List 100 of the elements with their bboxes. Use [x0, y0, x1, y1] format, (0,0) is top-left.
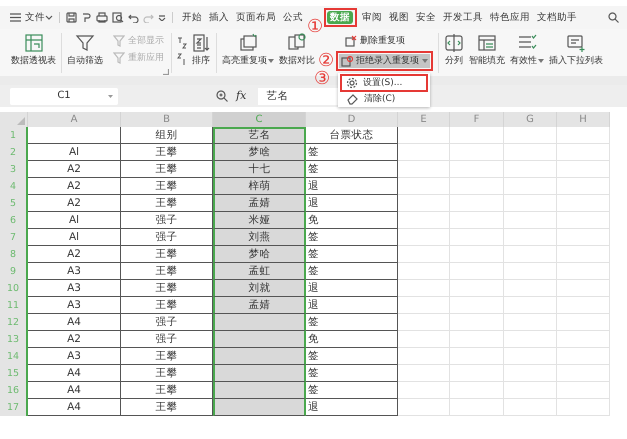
ribbon-tab[interactable]: 插入 [206, 10, 232, 24]
table-cell[interactable] [213, 365, 306, 382]
ribbon-button[interactable]: 排序 [191, 33, 211, 67]
table-cell[interactable]: A4 [28, 314, 121, 331]
table-cell[interactable]: 刘燕 [213, 229, 306, 246]
ribbon-tab[interactable]: 页面布局 [233, 10, 279, 24]
ribbon-tab[interactable]: 审阅 [359, 10, 386, 24]
table-cell[interactable]: A3 [28, 297, 121, 314]
table-cell[interactable]: 梓萌 [213, 178, 306, 195]
ribbon-button[interactable]: 智能填充 [469, 33, 506, 67]
table-cell[interactable]: 签 [306, 348, 398, 365]
ribbon-tab[interactable]: 公式 [280, 10, 306, 24]
select-all-icon[interactable] [17, 117, 25, 125]
step-number: ① [307, 18, 324, 36]
ribbon-button[interactable]: 有效性 [510, 33, 544, 67]
caret-icon [538, 58, 544, 63]
table-cell[interactable]: Al [28, 144, 121, 161]
table-cell[interactable]: A3 [28, 280, 121, 297]
table-cell[interactable]: A2 [28, 246, 121, 263]
ribbon-tab[interactable]: 特色应用 [487, 10, 534, 24]
table-cell[interactable]: 梦啥 [213, 144, 306, 161]
table-cell[interactable]: 艺名 [213, 127, 306, 144]
print-icon[interactable] [96, 12, 108, 23]
ribbon-button[interactable]: 分列 [444, 33, 464, 67]
reject-duplicates-icon [341, 55, 354, 67]
table-cell[interactable] [213, 314, 306, 331]
table-cell[interactable]: 孟虹 [213, 263, 306, 280]
ribbon-tab[interactable]: 安全 [413, 10, 440, 24]
table-cell[interactable]: 十七 [213, 161, 306, 178]
table-cell[interactable]: A2 [28, 195, 121, 212]
caret-icon[interactable] [108, 94, 113, 98]
print-preview-icon[interactable] [112, 12, 124, 23]
table-cell[interactable]: 退 [306, 195, 398, 212]
ribbon-tab[interactable]: 文档助手 [534, 10, 580, 24]
table-cell[interactable]: 签 [306, 365, 398, 382]
table-cell[interactable]: 签 [306, 314, 398, 331]
cell-reference: C1 [57, 90, 71, 102]
table-cell[interactable]: 梦哈 [213, 246, 306, 263]
table-cell[interactable] [213, 348, 306, 365]
search-icon[interactable] [608, 12, 619, 23]
table-cell[interactable] [213, 331, 306, 348]
table-cell[interactable]: 刘就 [213, 280, 306, 297]
table-cell[interactable]: 孟婧 [213, 195, 306, 212]
table-cell[interactable]: Al [28, 229, 121, 246]
table-cell[interactable]: A4 [28, 382, 121, 399]
caret-icon[interactable] [158, 14, 166, 20]
table-cell[interactable]: 退 [306, 399, 398, 416]
menu-icon[interactable] [10, 13, 21, 22]
ribbon-button[interactable]: 自动筛选 [67, 33, 103, 67]
table-cell[interactable]: A4 [28, 399, 121, 416]
table-cell[interactable]: 退 [306, 280, 398, 297]
ribbon-button[interactable]: 数据对比 [279, 33, 315, 67]
table-cell[interactable]: A2 [28, 331, 121, 348]
table-cell[interactable]: 免 [306, 331, 398, 348]
table-cell[interactable]: 签 [306, 263, 398, 280]
table-cell[interactable]: 退 [306, 297, 398, 314]
ribbon-tab[interactable]: 视图 [386, 10, 412, 24]
ribbon-tab[interactable]: 开始 [179, 10, 205, 24]
table-cell[interactable]: 签 [306, 246, 398, 263]
step-number: ② [318, 52, 334, 70]
table-cell[interactable]: 免 [306, 212, 398, 229]
zoom-icon[interactable] [216, 90, 228, 102]
ribbon-button[interactable]: 数据透视表 [11, 33, 56, 67]
table-cell[interactable]: 米娅 [213, 212, 306, 229]
table-cell[interactable]: 台票状态 [306, 127, 398, 144]
table-cell[interactable]: 签 [306, 144, 398, 161]
table-cell[interactable]: A3 [28, 263, 121, 280]
ribbon-tab[interactable]: 开发工具 [440, 10, 486, 24]
save-icon[interactable] [66, 12, 77, 23]
table-cell[interactable] [28, 127, 121, 144]
split-columns-icon [444, 33, 464, 53]
table-cell[interactable]: 孟婧 [213, 297, 306, 314]
redo-icon[interactable] [143, 12, 154, 22]
ribbon-button[interactable]: 拒绝录入重复项 [339, 54, 430, 68]
menu-item[interactable]: 设置(S)... [342, 76, 426, 90]
table-cell[interactable] [213, 382, 306, 399]
table-cell[interactable]: A2 [28, 178, 121, 195]
table-cell[interactable]: 退 [306, 178, 398, 195]
table-cell[interactable]: A4 [28, 365, 121, 382]
gear-icon [346, 77, 358, 89]
table-cell[interactable]: A3 [28, 348, 121, 365]
undo-icon[interactable] [128, 12, 139, 22]
sort-ascending-icon[interactable] [177, 37, 187, 49]
file-menu[interactable]: 文件 [25, 12, 45, 24]
highlight-icon [238, 33, 258, 53]
ribbon-button[interactable]: 删除重复项 [343, 34, 434, 48]
function-button[interactable]: fx [236, 89, 246, 103]
table-cell[interactable]: 签 [306, 229, 398, 246]
sort-descending-icon[interactable] [177, 53, 187, 65]
dropdown-list-icon [566, 33, 586, 53]
table-cell[interactable]: 签 [306, 161, 398, 178]
table-cell[interactable] [213, 399, 306, 416]
name-box[interactable]: C1 [10, 88, 118, 104]
table-cell[interactable]: A2 [28, 161, 121, 178]
table-cell[interactable]: 签 [306, 382, 398, 399]
dialog-launcher-icon[interactable] [163, 69, 169, 75]
ribbon-button[interactable]: 高亮重复项 [222, 33, 274, 67]
table-cell[interactable]: Al [28, 212, 121, 229]
caret-icon[interactable] [45, 15, 53, 20]
ribbon-button[interactable]: 插入下拉列表 [549, 33, 604, 67]
